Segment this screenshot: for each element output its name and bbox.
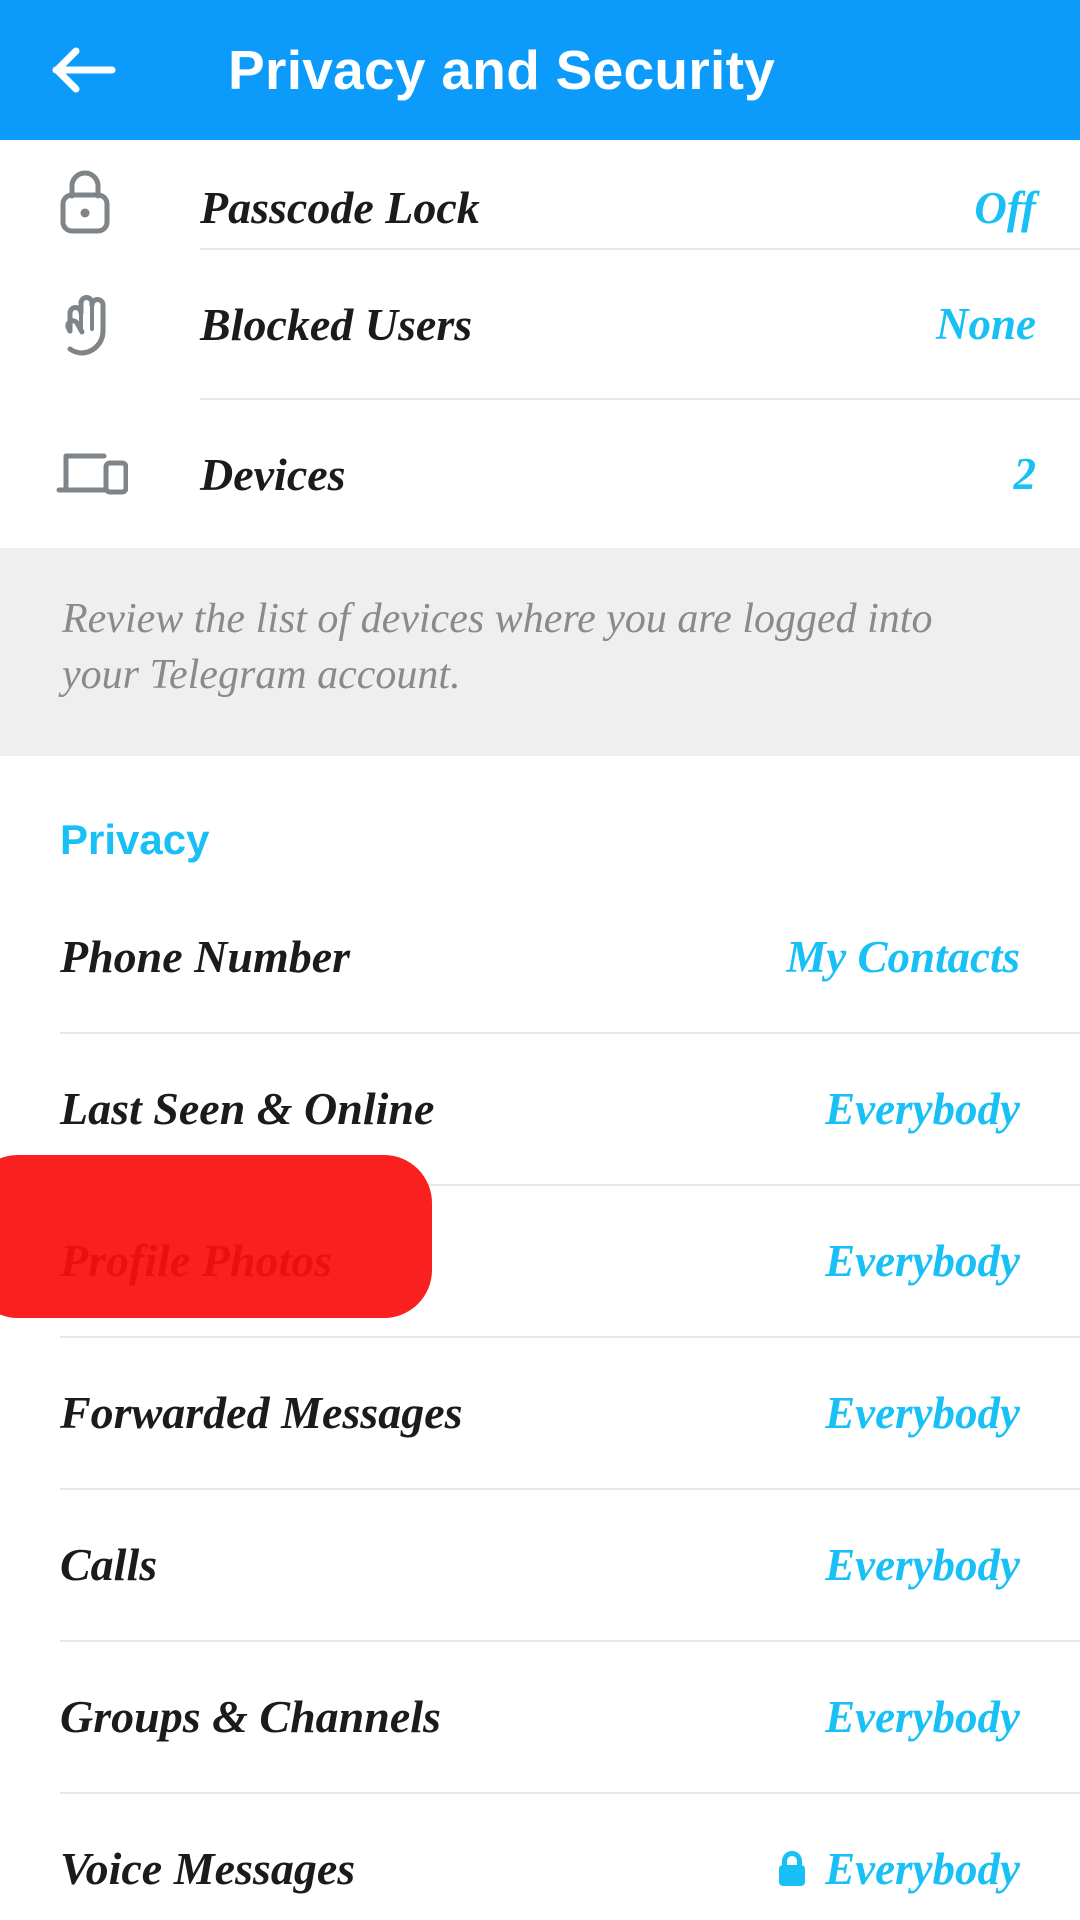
lock-icon xyxy=(56,168,132,234)
row-value: Everybody xyxy=(825,1691,1020,1742)
row-value: Everybody xyxy=(825,1843,1020,1894)
row-value: Off xyxy=(974,183,1036,233)
row-label: Passcode Lock xyxy=(200,182,480,233)
row-forwarded-messages[interactable]: Forwarded Messages Everybody xyxy=(0,1337,1080,1488)
row-label: Devices xyxy=(200,448,346,500)
row-last-seen-online[interactable]: Last Seen & Online Everybody xyxy=(0,1033,1080,1184)
row-value: Everybody xyxy=(825,1083,1020,1134)
row-blocked-users[interactable]: Blocked Users None xyxy=(0,250,1080,398)
back-button[interactable] xyxy=(52,34,124,106)
row-value: 2 xyxy=(1013,449,1037,499)
row-value: Everybody xyxy=(825,1387,1020,1438)
hand-icon xyxy=(56,289,132,359)
row-label: Phone Number xyxy=(60,931,351,983)
row-groups-channels[interactable]: Groups & Channels Everybody xyxy=(0,1641,1080,1792)
row-value: Everybody xyxy=(825,1539,1020,1590)
privacy-section: Privacy Phone Number My Contacts Last Se… xyxy=(0,755,1080,1920)
row-phone-number[interactable]: Phone Number My Contacts xyxy=(0,881,1080,1032)
privacy-section-header: Privacy xyxy=(60,815,210,863)
row-profile-photos[interactable]: Profile Photos Everybody xyxy=(0,1185,1080,1336)
row-label: Forwarded Messages xyxy=(60,1387,463,1439)
row-label: Blocked Users xyxy=(200,298,473,350)
section-spacer xyxy=(0,755,1080,798)
devices-note-block: Review the list of devices where you are… xyxy=(0,548,1080,756)
row-passcode-lock[interactable]: Passcode Lock Off xyxy=(0,140,1080,248)
row-label: Profile Photos xyxy=(60,1235,333,1287)
voice-messages-value-group: Everybody xyxy=(775,1843,1020,1895)
row-label: Groups & Channels xyxy=(60,1691,441,1743)
security-section: Passcode Lock Off Blocked Users None Dev… xyxy=(0,140,1080,548)
devices-icon xyxy=(56,446,132,502)
premium-lock-icon xyxy=(775,1849,809,1889)
back-arrow-icon xyxy=(52,45,118,95)
app-header: Privacy and Security xyxy=(0,0,1080,140)
row-value: My Contacts xyxy=(786,931,1020,982)
row-label: Calls xyxy=(60,1539,158,1591)
row-label: Voice Messages xyxy=(60,1843,356,1895)
row-value: Everybody xyxy=(825,1235,1020,1286)
page-title: Privacy and Security xyxy=(228,39,776,101)
row-voice-messages[interactable]: Voice Messages Everybody xyxy=(0,1793,1080,1920)
privacy-and-security-screen: Privacy and Security Passcode Lock Off B… xyxy=(0,0,1080,1920)
devices-note-text: Review the list of devices where you are… xyxy=(62,596,933,698)
row-value: None xyxy=(936,299,1036,349)
row-devices[interactable]: Devices 2 xyxy=(0,400,1080,548)
row-label: Last Seen & Online xyxy=(60,1083,435,1135)
row-calls[interactable]: Calls Everybody xyxy=(0,1489,1080,1640)
